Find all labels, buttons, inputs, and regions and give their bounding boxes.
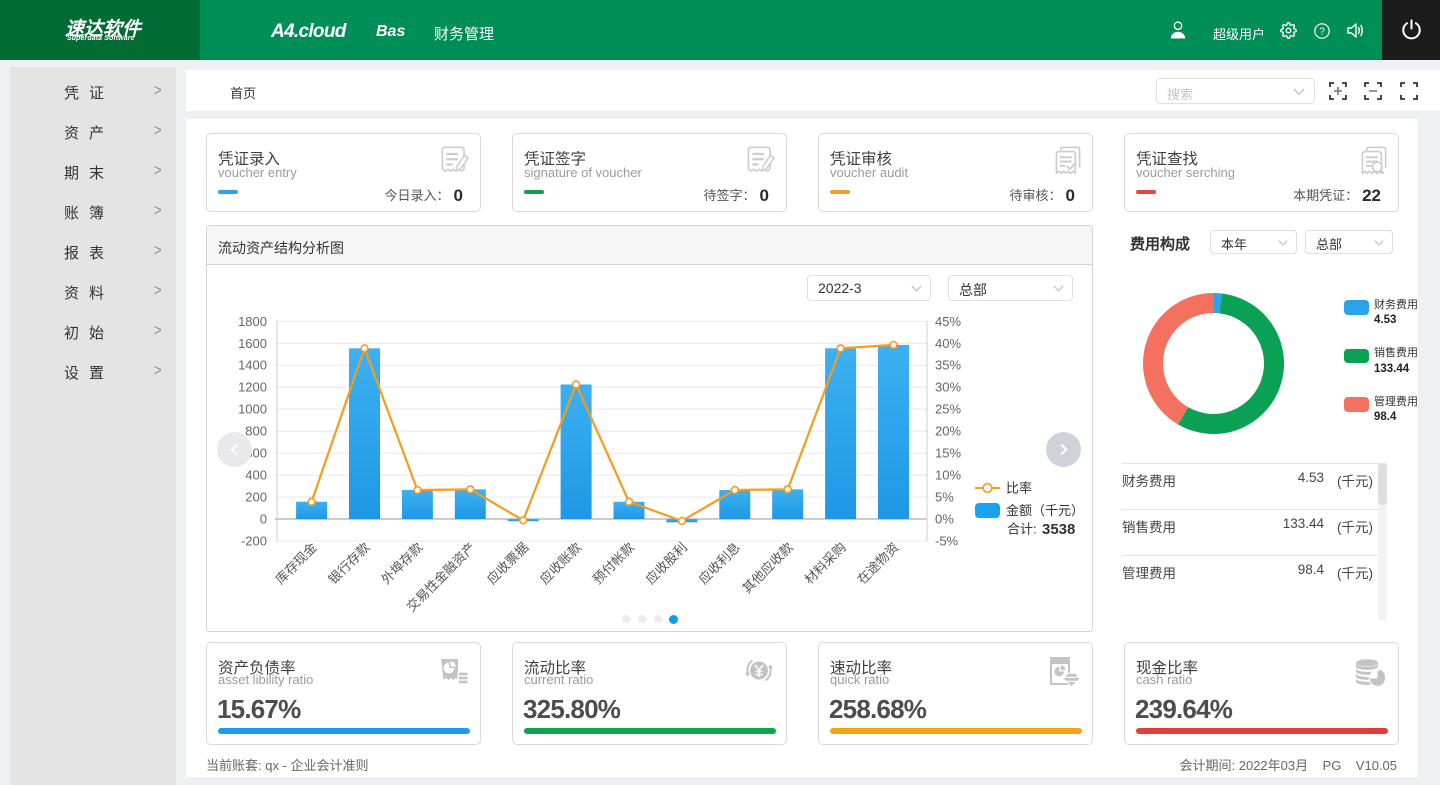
svg-text:应收股利: 应收股利 xyxy=(643,540,690,587)
svg-text:应收票据: 应收票据 xyxy=(484,540,531,587)
svg-text:-200: -200 xyxy=(241,534,267,549)
svg-text:1600: 1600 xyxy=(238,336,267,351)
svg-text:1800: 1800 xyxy=(238,314,267,329)
svg-text:1400: 1400 xyxy=(238,358,267,373)
svg-text:其他应收款: 其他应收款 xyxy=(739,540,796,597)
svg-text:材料采购: 材料采购 xyxy=(801,540,848,587)
svg-text:400: 400 xyxy=(245,468,267,483)
svg-text:合计:: 合计: xyxy=(1007,522,1037,537)
svg-text:5%: 5% xyxy=(935,490,954,505)
svg-text:?: ? xyxy=(1319,26,1325,37)
svg-text:800: 800 xyxy=(245,424,267,439)
svg-text:200: 200 xyxy=(245,490,267,505)
svg-text:20%: 20% xyxy=(935,424,961,439)
svg-text:40%: 40% xyxy=(935,336,961,351)
svg-text:0%: 0% xyxy=(935,512,954,527)
svg-text:30%: 30% xyxy=(935,380,961,395)
svg-text:应收利息: 应收利息 xyxy=(696,540,743,587)
svg-text:比率: 比率 xyxy=(1006,481,1032,496)
svg-text:0: 0 xyxy=(260,512,267,527)
svg-text:应收账款: 应收账款 xyxy=(537,540,584,587)
svg-text:库存现金: 库存现金 xyxy=(272,540,319,587)
svg-text:3538: 3538 xyxy=(1042,521,1075,538)
svg-text:45%: 45% xyxy=(935,314,961,329)
svg-text:10%: 10% xyxy=(935,468,961,483)
svg-text:预付帐款: 预付帐款 xyxy=(590,540,637,587)
svg-text:15%: 15% xyxy=(935,446,961,461)
svg-text:-5%: -5% xyxy=(935,534,959,549)
svg-text:25%: 25% xyxy=(935,402,961,417)
svg-text:金额（千元）: 金额（千元） xyxy=(1006,503,1084,518)
svg-text:35%: 35% xyxy=(935,358,961,373)
svg-text:银行存款: 银行存款 xyxy=(325,540,372,587)
svg-text:在途物资: 在途物资 xyxy=(854,540,901,587)
svg-text:外埠存款: 外埠存款 xyxy=(378,540,425,587)
svg-text:1000: 1000 xyxy=(238,402,267,417)
svg-text:1200: 1200 xyxy=(238,380,267,395)
